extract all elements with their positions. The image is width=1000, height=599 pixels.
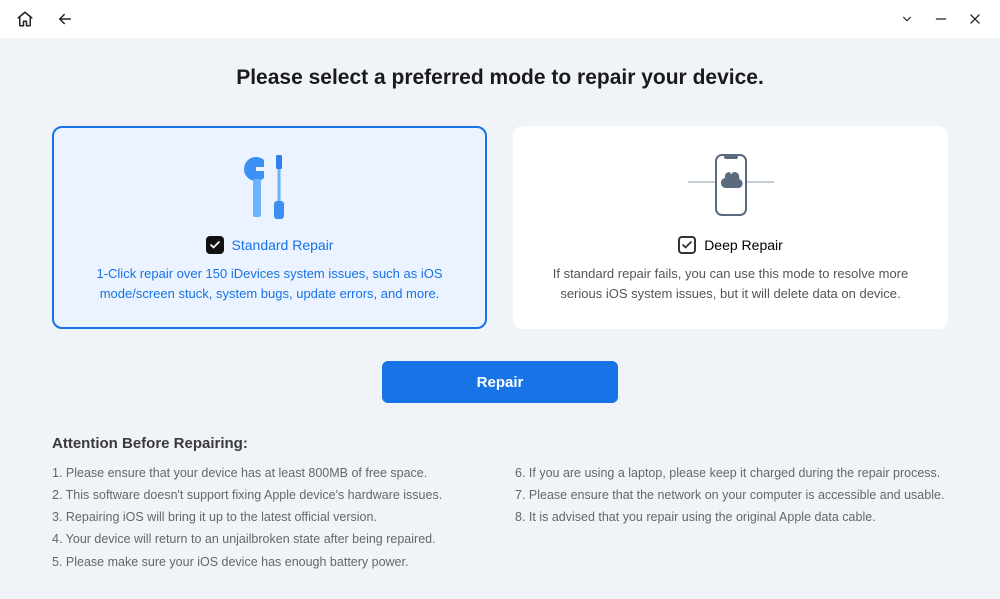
wrench-icon: [238, 148, 302, 226]
standard-repair-card[interactable]: Standard Repair 1-Click repair over 150 …: [52, 126, 487, 329]
back-icon[interactable]: [54, 8, 76, 30]
attention-item: 2. This software doesn't support fixing …: [52, 486, 485, 504]
attention-columns: 1. Please ensure that your device has at…: [52, 464, 948, 575]
deep-title: Deep Repair: [704, 237, 783, 253]
deep-checkbox[interactable]: [678, 236, 696, 254]
attention-section: Attention Before Repairing: 1. Please en…: [52, 435, 948, 575]
attention-col-right: 6. If you are using a laptop, please kee…: [515, 464, 948, 575]
attention-item: 7. Please ensure that the network on you…: [515, 486, 948, 504]
attention-item: 4. Your device will return to an unjailb…: [52, 530, 485, 548]
standard-checkbox[interactable]: [206, 236, 224, 254]
attention-item: 3. Repairing iOS will bring it up to the…: [52, 508, 485, 526]
home-icon[interactable]: [14, 8, 36, 30]
page-title: Please select a preferred mode to repair…: [52, 66, 948, 90]
titlebar: [0, 0, 1000, 38]
standard-desc: 1-Click repair over 150 iDevices system …: [80, 264, 460, 303]
mode-cards: Standard Repair 1-Click repair over 150 …: [52, 126, 948, 329]
attention-item: 8. It is advised that you repair using t…: [515, 508, 948, 526]
attention-item: 6. If you are using a laptop, please kee…: [515, 464, 948, 482]
chevron-down-icon[interactable]: [896, 8, 918, 30]
repair-button[interactable]: Repair: [382, 361, 618, 403]
minimize-icon[interactable]: [930, 8, 952, 30]
titlebar-right: [896, 8, 986, 30]
titlebar-left: [14, 8, 76, 30]
close-icon[interactable]: [964, 8, 986, 30]
deep-label-row: Deep Repair: [678, 236, 783, 254]
standard-title: Standard Repair: [232, 237, 334, 253]
standard-label-row: Standard Repair: [206, 236, 334, 254]
main-panel: Please select a preferred mode to repair…: [0, 38, 1000, 599]
deep-repair-card[interactable]: Deep Repair If standard repair fails, yo…: [513, 126, 948, 329]
phone-icon: [686, 148, 776, 226]
attention-item: 5. Please make sure your iOS device has …: [52, 553, 485, 571]
attention-title: Attention Before Repairing:: [52, 435, 948, 452]
deep-desc: If standard repair fails, you can use th…: [541, 264, 921, 303]
attention-col-left: 1. Please ensure that your device has at…: [52, 464, 485, 575]
attention-item: 1. Please ensure that your device has at…: [52, 464, 485, 482]
